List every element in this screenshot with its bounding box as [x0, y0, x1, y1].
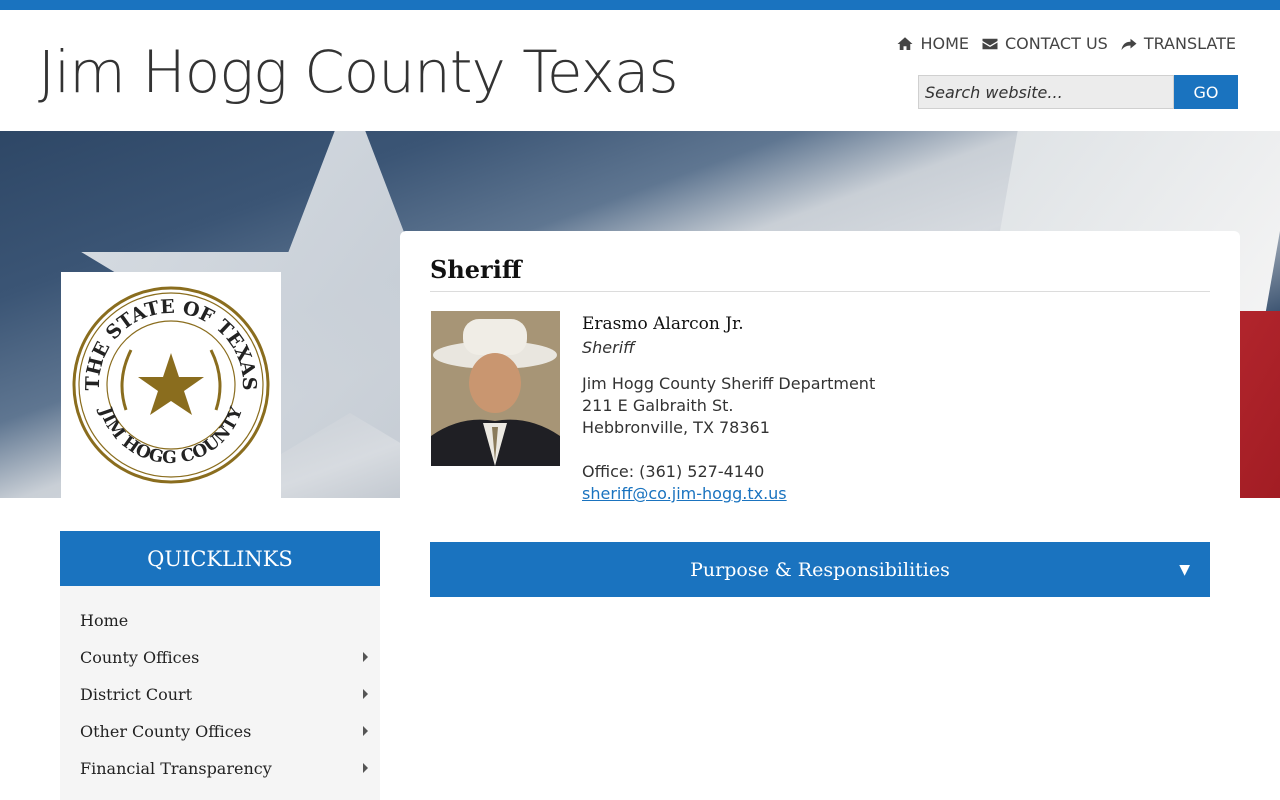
sheriff-name: Erasmo Alarcon Jr. [582, 314, 744, 334]
search-go-button[interactable]: GO [1174, 75, 1238, 109]
envelope-icon [982, 38, 998, 49]
caret-right-icon [363, 763, 368, 773]
caret-right-icon [363, 652, 368, 662]
sheriff-info: Erasmo Alarcon Jr. Sheriff Jim Hogg Coun… [582, 313, 875, 505]
title-divider [430, 291, 1210, 292]
page-title: Sheriff [430, 255, 522, 284]
address-line: Hebbronville, TX 78361 [582, 418, 770, 437]
address-line: Jim Hogg County Sheriff Department [582, 374, 876, 393]
share-arrow-icon [1121, 38, 1137, 50]
quicklink-home[interactable]: Home [60, 602, 380, 639]
home-icon [897, 36, 913, 50]
county-seal: THE STATE OF TEXAS JIM HOGG COUNTY [61, 272, 281, 498]
quicklink-label: County Offices [80, 648, 200, 667]
site-title[interactable]: Jim Hogg County Texas [38, 36, 679, 108]
nav-translate-link[interactable]: TRANSLATE [1120, 34, 1236, 53]
sheriff-address: Jim Hogg County Sheriff Department 211 E… [582, 373, 875, 439]
accordion-label: Purpose & Responsibilities [690, 558, 950, 581]
caret-right-icon [363, 726, 368, 736]
nav-home-label: HOME [920, 34, 969, 53]
chevron-down-icon: ▼ [1179, 562, 1190, 578]
nav-contact-label: CONTACT US [1004, 34, 1108, 53]
quicklink-label: Other County Offices [80, 722, 252, 741]
top-accent-bar [0, 0, 1280, 10]
purpose-accordion-toggle[interactable]: Purpose & Responsibilities ▼ [430, 542, 1210, 597]
quicklink-other-county-offices[interactable]: Other County Offices [60, 713, 380, 750]
sheriff-email-link[interactable]: sheriff@co.jim-hogg.tx.us [582, 484, 787, 503]
caret-right-icon [363, 689, 368, 699]
quicklink-label: District Court [80, 685, 193, 704]
county-seal-emblem: THE STATE OF TEXAS JIM HOGG COUNTY [72, 286, 270, 484]
top-nav: HOME CONTACT US TRANSLATE [896, 34, 1236, 53]
nav-translate-label: TRANSLATE [1143, 34, 1236, 53]
search-form: GO [918, 75, 1238, 109]
sheriff-phone: Office: (361) 527-4140 [582, 462, 765, 481]
quicklinks-header: QUICKLINKS [60, 531, 380, 596]
quicklink-county-offices[interactable]: County Offices [60, 639, 380, 676]
quicklink-financial-transparency[interactable]: Financial Transparency [60, 750, 380, 787]
quicklinks-list: Home County Offices District Court Other… [60, 586, 380, 800]
sheriff-portrait [431, 311, 560, 466]
sheriff-role: Sheriff [582, 338, 635, 357]
address-line: 211 E Galbraith St. [582, 396, 734, 415]
sheriff-photo [431, 311, 560, 466]
nav-contact-link[interactable]: CONTACT US [981, 34, 1108, 53]
quicklink-district-court[interactable]: District Court [60, 676, 380, 713]
search-input[interactable] [918, 75, 1174, 109]
quicklink-label: Financial Transparency [80, 759, 272, 778]
nav-home-link[interactable]: HOME [896, 34, 969, 53]
quicklink-label: Home [80, 611, 129, 630]
